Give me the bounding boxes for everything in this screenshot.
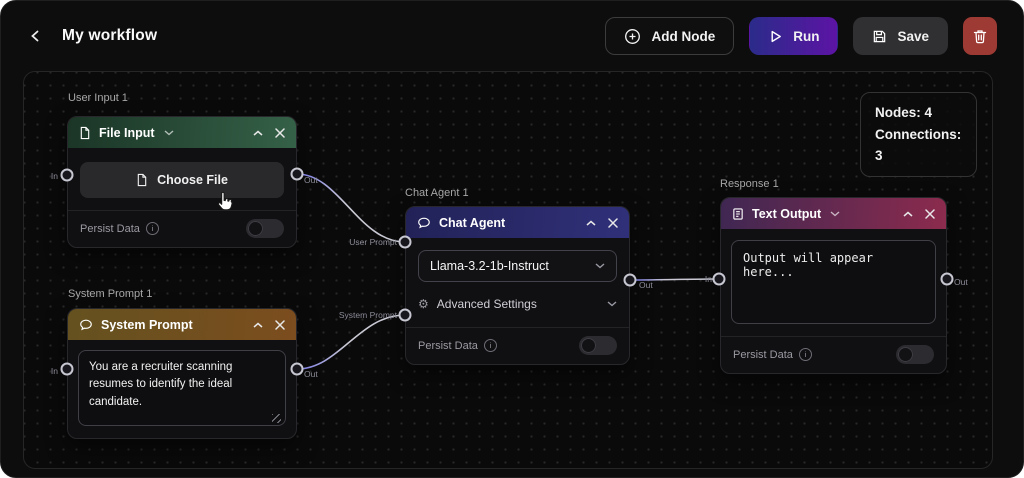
node-text-output-header[interactable]: Text Output: [721, 198, 946, 229]
stats-box: Nodes: 4 Connections: 3: [860, 92, 977, 177]
close-icon[interactable]: [925, 209, 935, 219]
collapse-icon[interactable]: [903, 211, 913, 217]
collapse-icon[interactable]: [586, 220, 596, 226]
port-label-out: Out: [304, 175, 318, 185]
save-button[interactable]: Save: [853, 17, 948, 55]
chevron-down-icon[interactable]: [164, 130, 174, 136]
page-title: My workflow: [62, 27, 157, 45]
port-label-out: Out: [639, 280, 653, 290]
port-label-in: In: [51, 171, 58, 181]
plus-circle-icon: [624, 28, 641, 45]
port-system-prompt-out[interactable]: [291, 363, 304, 376]
node-system-prompt[interactable]: System Prompt You are a recruiter scanni…: [67, 308, 297, 439]
node-ref-response-1: Response 1: [720, 178, 779, 190]
file-icon: [136, 173, 148, 187]
collapse-icon[interactable]: [253, 130, 263, 136]
port-text-output-out[interactable]: [941, 273, 954, 286]
back-button[interactable]: [27, 27, 44, 45]
toggle-knob: [898, 347, 913, 362]
toggle-knob: [248, 221, 263, 236]
collapse-icon[interactable]: [253, 322, 263, 328]
chevron-left-icon: [29, 29, 42, 43]
chevron-down-icon[interactable]: [830, 211, 840, 217]
port-label-in: In: [705, 274, 712, 284]
persist-data-toggle[interactable]: [896, 345, 934, 364]
node-chat-agent-title: Chat Agent: [439, 216, 505, 230]
port-label-in: In: [51, 366, 58, 376]
node-ref-system-prompt-1: System Prompt 1: [68, 288, 152, 300]
persist-data-label: Persist Data: [80, 223, 140, 235]
file-icon: [79, 126, 91, 140]
add-node-label: Add Node: [651, 29, 715, 44]
toggle-knob: [581, 338, 596, 353]
port-label-out: Out: [304, 369, 318, 379]
port-chat-agent-out[interactable]: [624, 274, 637, 287]
gear-icon: ⚙: [418, 298, 429, 310]
output-display: Output will appear here...: [731, 240, 936, 324]
trash-icon: [973, 29, 987, 44]
port-chat-agent-user-prompt[interactable]: [399, 236, 412, 249]
persist-data-row: Persist Data i: [721, 336, 946, 373]
document-lines-icon: [732, 207, 744, 221]
close-icon[interactable]: [608, 218, 618, 228]
chevron-down-icon: [595, 263, 605, 269]
persist-data-row: Persist Data i: [406, 327, 629, 364]
port-system-prompt-in[interactable]: [61, 363, 74, 376]
node-ref-chat-agent-1: Chat Agent 1: [405, 187, 469, 199]
persist-data-label: Persist Data: [733, 349, 793, 361]
port-file-input-out[interactable]: [291, 168, 304, 181]
node-system-prompt-title: System Prompt: [101, 318, 193, 332]
choose-file-label: Choose File: [157, 173, 228, 187]
persist-data-toggle[interactable]: [579, 336, 617, 355]
advanced-settings-toggle[interactable]: ⚙ Advanced Settings: [418, 297, 617, 311]
model-select-value: Llama-3.2-1b-Instruct: [430, 259, 549, 273]
stats-connections: Connections: 3: [875, 124, 962, 167]
add-node-button[interactable]: Add Node: [605, 17, 734, 55]
toolbar: Add Node Run Save: [605, 17, 997, 55]
node-chat-agent[interactable]: Chat Agent Llama-3.2-1b-Instruct: [405, 206, 630, 365]
info-icon[interactable]: i: [484, 339, 497, 352]
node-system-prompt-header[interactable]: System Prompt: [68, 309, 296, 340]
port-label-system-prompt: System Prompt: [339, 310, 397, 320]
port-chat-agent-system-prompt[interactable]: [399, 309, 412, 322]
port-label-user-prompt: User Prompt: [349, 237, 397, 247]
run-button[interactable]: Run: [749, 17, 838, 55]
advanced-settings-label: Advanced Settings: [437, 297, 537, 311]
model-select[interactable]: Llama-3.2-1b-Instruct: [418, 250, 617, 282]
edge-systemprompt-to-systemprompt: [297, 315, 405, 369]
workflow-canvas[interactable]: Nodes: 4 Connections: 3 User Input 1 Fil…: [23, 71, 993, 469]
port-label-out: Out: [954, 277, 968, 287]
node-text-output-title: Text Output: [752, 207, 821, 221]
top-bar: My workflow Add Node Run Save: [1, 1, 1023, 71]
close-icon[interactable]: [275, 128, 285, 138]
persist-data-row: Persist Data i: [68, 210, 296, 247]
port-text-output-in[interactable]: [713, 273, 726, 286]
chevron-down-icon: [607, 301, 617, 307]
stats-nodes: Nodes: 4: [875, 102, 962, 124]
run-label: Run: [793, 29, 819, 44]
port-file-input-in[interactable]: [61, 169, 74, 182]
close-icon[interactable]: [275, 320, 285, 330]
node-file-input-title: File Input: [99, 126, 155, 140]
info-icon[interactable]: i: [146, 222, 159, 235]
delete-workflow-button[interactable]: [963, 17, 997, 55]
system-prompt-textarea[interactable]: You are a recruiter scanning resumes to …: [78, 350, 286, 426]
persist-data-label: Persist Data: [418, 340, 478, 352]
choose-file-button[interactable]: Choose File: [80, 162, 284, 198]
floppy-icon: [872, 29, 887, 44]
info-icon[interactable]: i: [799, 348, 812, 361]
app-window: My workflow Add Node Run Save: [0, 0, 1024, 478]
node-file-input-header[interactable]: File Input: [68, 117, 296, 148]
node-text-output[interactable]: Text Output Output will appear here...: [720, 197, 947, 374]
chat-bubble-icon: [79, 318, 93, 332]
node-ref-user-input-1: User Input 1: [68, 92, 128, 104]
chat-bubble-icon: [417, 216, 431, 230]
persist-data-toggle[interactable]: [246, 219, 284, 238]
save-label: Save: [897, 29, 929, 44]
play-icon: [768, 29, 783, 44]
node-file-input[interactable]: File Input Choo: [67, 116, 297, 248]
node-chat-agent-header[interactable]: Chat Agent: [406, 207, 629, 238]
